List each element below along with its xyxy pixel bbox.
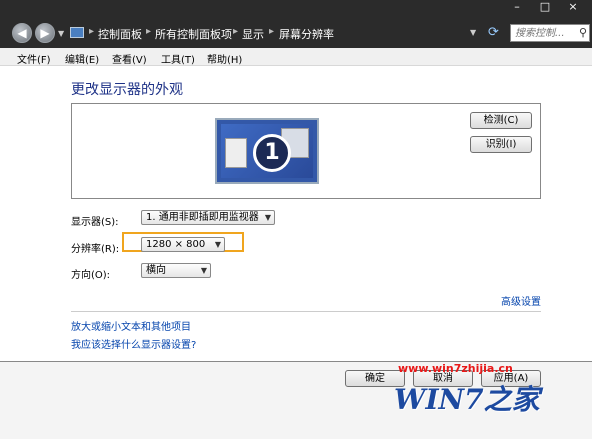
menu-edit[interactable]: 编辑(E) bbox=[65, 51, 99, 66]
watermark-url: www.win7zhijia.cn bbox=[398, 362, 513, 375]
address-bar: ◀ ▶ ▼ ▸ 控制面板 ▸ 所有控制面板项 ▸ 显示 ▸ 屏幕分辨率 ▼ ⟳ … bbox=[0, 18, 592, 48]
monitor-number-badge: 1 bbox=[253, 134, 291, 172]
menu-view[interactable]: 查看(V) bbox=[112, 51, 147, 66]
menu-bar: 文件(F) 编辑(E) 查看(V) 工具(T) 帮助(H) bbox=[0, 48, 592, 66]
display-select-value: 1. 通用非即插即用监视器 bbox=[146, 212, 259, 223]
window-title-bar: – □ × bbox=[0, 0, 592, 18]
search-input[interactable] bbox=[511, 25, 575, 41]
monitor-screen: 1 bbox=[221, 124, 313, 178]
main-content: 更改显示器的外观 1 检测(C) 识别(I) 显示器(S): 1. 通用非即插即… bbox=[0, 66, 592, 439]
resolution-select[interactable]: 1280 × 800 ▼ bbox=[141, 237, 225, 252]
recent-pages-dropdown[interactable]: ▼ bbox=[58, 29, 64, 38]
section-divider bbox=[71, 311, 541, 312]
back-arrow-icon[interactable]: ◀ bbox=[12, 23, 32, 43]
breadcrumb-all-items[interactable]: 所有控制面板项 bbox=[155, 26, 232, 42]
orientation-select[interactable]: 横向 ▼ bbox=[141, 263, 211, 278]
menu-help[interactable]: 帮助(H) bbox=[207, 51, 242, 66]
orientation-label: 方向(O): bbox=[71, 270, 111, 281]
breadcrumb-display[interactable]: 显示 bbox=[242, 26, 264, 42]
control-panel-icon bbox=[70, 27, 84, 38]
maximize-button[interactable]: □ bbox=[534, 0, 556, 16]
breadcrumb-separator: ▸ bbox=[146, 26, 152, 37]
page-title: 更改显示器的外观 bbox=[71, 82, 183, 98]
advanced-settings-link[interactable]: 高级设置 bbox=[501, 293, 541, 308]
refresh-icon[interactable]: ⟳ bbox=[488, 25, 499, 40]
search-box[interactable]: ⚲ bbox=[510, 24, 590, 42]
display-settings-help-link[interactable]: 我应该选择什么显示器设置? bbox=[71, 336, 196, 351]
close-button[interactable]: × bbox=[562, 0, 584, 16]
menu-file[interactable]: 文件(F) bbox=[17, 51, 51, 66]
address-dropdown[interactable]: ▼ bbox=[470, 28, 476, 37]
chevron-down-icon: ▼ bbox=[214, 240, 221, 249]
breadcrumb-separator: ▸ bbox=[89, 26, 95, 37]
forward-arrow-icon[interactable]: ▶ bbox=[35, 23, 55, 43]
detect-button[interactable]: 检测(C) bbox=[470, 112, 532, 129]
breadcrumb-screen-resolution[interactable]: 屏幕分辨率 bbox=[279, 26, 334, 42]
search-icon[interactable]: ⚲ bbox=[579, 26, 587, 39]
orientation-select-value: 横向 bbox=[146, 265, 166, 276]
resolution-label: 分辨率(R): bbox=[71, 244, 120, 255]
window-thumbnail bbox=[225, 138, 247, 168]
breadcrumb-separator: ▸ bbox=[269, 26, 275, 37]
monitor-preview-panel: 1 检测(C) 识别(I) bbox=[71, 103, 541, 199]
identify-button[interactable]: 识别(I) bbox=[470, 136, 532, 153]
chevron-down-icon: ▼ bbox=[264, 213, 271, 222]
breadcrumb-separator: ▸ bbox=[233, 26, 239, 37]
chevron-down-icon: ▼ bbox=[200, 266, 207, 275]
display-select[interactable]: 1. 通用非即插即用监视器 ▼ bbox=[141, 210, 275, 225]
watermark-logo: WIN7之家 bbox=[394, 383, 540, 416]
resolution-select-value: 1280 × 800 bbox=[146, 239, 206, 250]
monitor-icon[interactable]: 1 bbox=[215, 118, 319, 184]
menu-tools[interactable]: 工具(T) bbox=[161, 51, 195, 66]
display-label: 显示器(S): bbox=[71, 217, 119, 228]
breadcrumb-control-panel[interactable]: 控制面板 bbox=[98, 26, 142, 42]
text-size-link[interactable]: 放大或缩小文本和其他项目 bbox=[71, 318, 191, 333]
minimize-button[interactable]: – bbox=[506, 0, 528, 16]
